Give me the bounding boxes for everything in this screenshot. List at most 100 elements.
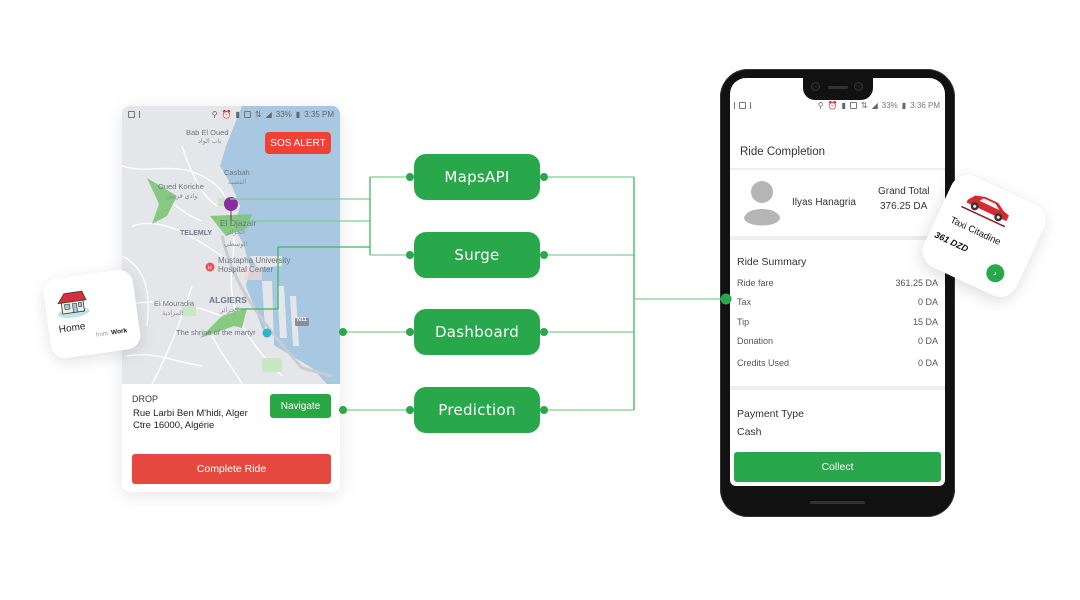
summary-value: 0 DA: [917, 358, 938, 368]
driver-ride-screen: H ⚲ ⏰ ▮ ⇅ ◢ 33% ▮ 3:35 PM SOS ALERT Bab …: [122, 106, 340, 492]
map-label: The shrine of the martyr: [176, 328, 256, 337]
summary-value: 0 DA: [917, 297, 938, 307]
node-dashboard[interactable]: Dashboard: [414, 309, 540, 355]
summary-value: 15 DA: [912, 317, 938, 327]
status-time: 3:35 PM: [304, 109, 334, 119]
alert-icon: [139, 110, 140, 118]
road-label: N11: [297, 317, 307, 323]
summary-row: Credits Used 0 DA: [737, 358, 938, 368]
summary-label: Credits Used: [737, 358, 790, 368]
from-prefix: from:: [95, 330, 111, 339]
connector-dot: [540, 251, 548, 259]
landmark-icon: [262, 328, 272, 338]
map-label: Hospital Center: [218, 265, 274, 274]
node-prediction[interactable]: Prediction: [414, 387, 540, 433]
node-mapsapi[interactable]: MapsAPI: [414, 154, 540, 200]
map-label: القصبة: [228, 179, 247, 186]
sim-icon: ▮: [235, 109, 240, 119]
payment-type-label: Payment Type: [737, 408, 804, 420]
collect-button[interactable]: Collect: [734, 452, 941, 482]
data-icon: ⇅: [860, 100, 868, 110]
connector-dot: [540, 173, 548, 181]
driver-info: Ilyas Hanagria Grand Total 376.25 DA: [730, 170, 945, 236]
connector-dot: [406, 406, 414, 414]
signal-icon: ◢: [871, 100, 878, 110]
svg-text:H: H: [208, 266, 212, 272]
summary-label: Donation: [737, 336, 774, 346]
complete-ride-button[interactable]: Complete Ride: [132, 454, 331, 484]
signal-box-icon: [849, 101, 857, 109]
drop-title: DROP: [132, 394, 159, 404]
node-surge[interactable]: Surge: [414, 232, 540, 278]
map-label: الوسطى: [224, 241, 248, 248]
chevron-right-icon[interactable]: ›: [983, 261, 1008, 286]
navigate-button[interactable]: Navigate: [270, 394, 331, 418]
map-view[interactable]: H ⚲ ⏰ ▮ ⇅ ◢ 33% ▮ 3:35 PM SOS ALERT Bab …: [122, 106, 340, 384]
battery-percent: 33%: [881, 100, 898, 110]
summary-label: Tip: [737, 317, 750, 327]
page-title: Ride Completion: [740, 146, 826, 158]
drop-address-line1: Rue Larbi Ben M'hidi, Alger: [133, 408, 248, 419]
speaker-grille: [828, 86, 848, 89]
map-label: Casbah: [224, 168, 250, 177]
connector-dot: [339, 406, 347, 414]
avatar: [744, 181, 780, 226]
map-label: Oued Koriche: [158, 182, 204, 191]
drop-section: DROP Rue Larbi Ben M'hidi, Alger Ctre 16…: [132, 394, 272, 432]
image-icon: [128, 110, 135, 118]
summary-label: Ride fare: [737, 278, 774, 288]
taxi-price: 361 DZD: [933, 229, 970, 254]
summary-value: 0 DA: [917, 336, 938, 346]
connector-dot: [406, 328, 414, 336]
summary-row: Ride fare 361.25 DA: [737, 278, 938, 288]
ride-completion-screen: ⚲ ⏰ ▮ ⇅ ◢ 33% ▮ 3:36 PM Ride Completion …: [730, 78, 945, 486]
phone-notch: [803, 76, 873, 100]
map-label: الجزائر: [226, 229, 245, 236]
connector-dot: [540, 328, 548, 336]
map-label: المرادية: [162, 310, 184, 317]
image-icon: [739, 101, 746, 109]
camera-icon: [811, 82, 820, 91]
alarm-icon: ⏰: [827, 100, 838, 110]
status-time: 3:36 PM: [910, 100, 940, 110]
divider: [730, 386, 945, 390]
divider: [730, 236, 945, 240]
data-icon: ⇅: [254, 109, 262, 119]
home-destination-card[interactable]: Home from: Work: [41, 268, 143, 360]
from-value: Work: [110, 327, 128, 337]
signal-icon: ◢: [265, 109, 272, 119]
map-label: El Djazair: [220, 218, 257, 228]
alert-icon: [750, 101, 751, 109]
connector-dot: [406, 173, 414, 181]
sim-icon: ▮: [841, 100, 846, 110]
location-icon: ⚲: [817, 100, 824, 110]
driver-name: Ilyas Hanagria: [792, 197, 856, 208]
payment-type-value: Cash: [737, 426, 762, 438]
pickup-pin-icon: [224, 197, 238, 211]
summary-value: 361.25 DA: [895, 278, 938, 288]
status-bar: ⚲ ⏰ ▮ ⇅ ◢ 33% ▮ 3:35 PM: [122, 106, 340, 122]
map-label: الجزائر: [220, 307, 239, 314]
home-indicator: [810, 501, 865, 504]
map-label: ALGIERS: [209, 295, 247, 305]
battery-icon: ▮: [295, 109, 301, 119]
connector-dot: [339, 328, 347, 336]
sos-alert-button[interactable]: SOS ALERT: [265, 132, 331, 154]
connector-dot: [540, 406, 548, 414]
grand-total-value: 376.25 DA: [880, 201, 928, 212]
map-label: وادي قريش: [166, 193, 198, 200]
home-label: Home: [58, 321, 87, 336]
location-icon: ⚲: [211, 109, 218, 119]
map-label: Bab El Oued: [186, 128, 229, 137]
map-label: باب الواد: [198, 138, 222, 145]
battery-percent: 33%: [275, 109, 292, 119]
house-icon: [57, 290, 90, 318]
map-label: El Mouradia: [154, 299, 195, 308]
ride-summary-title: Ride Summary: [737, 256, 807, 268]
drop-address-line2: Ctre 16000, Algérie: [133, 420, 215, 431]
park: [262, 358, 282, 372]
map-label: Mustapha University: [218, 256, 291, 265]
summary-row: Donation 0 DA: [737, 336, 938, 346]
summary-label: Tax: [737, 297, 752, 307]
status-bar: ⚲ ⏰ ▮ ⇅ ◢ 33% ▮ 3:36 PM: [730, 98, 945, 112]
